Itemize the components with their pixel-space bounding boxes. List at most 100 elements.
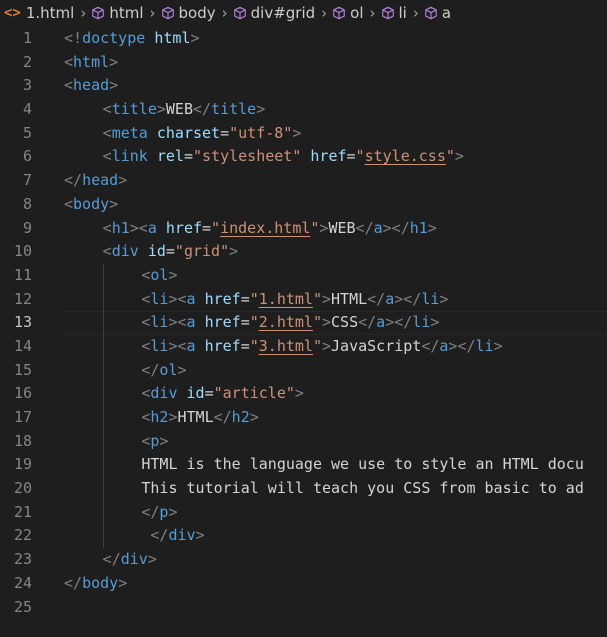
code-token: WEB	[165, 100, 193, 119]
code-token: <	[64, 52, 74, 71]
code-token: div	[150, 384, 178, 403]
code-token: >	[439, 289, 449, 308]
code-token: a	[186, 336, 196, 355]
code-line[interactable]: 10 <div id="grid">	[0, 240, 607, 264]
code-token: "article"	[213, 384, 295, 403]
line-number: 20	[13, 479, 32, 498]
code-token: "	[249, 289, 259, 308]
code-token: >	[394, 289, 404, 308]
breadcrumb-item[interactable]: body	[161, 4, 216, 22]
code-token: a	[147, 218, 157, 237]
code-text: <div id="article">	[141, 382, 304, 406]
code-line[interactable]: 25	[0, 596, 607, 620]
code-text: <head>	[64, 74, 118, 98]
code-token: href	[204, 313, 241, 332]
code-token: >	[321, 289, 332, 308]
cube-icon	[91, 6, 105, 20]
breadcrumb-item[interactable]: html	[91, 4, 144, 22]
code-line[interactable]: 12 <li><a href="1.html">HTML</a></li>	[0, 287, 607, 312]
indent-guide	[102, 382, 104, 406]
breadcrumb-item[interactable]: div#grid	[233, 4, 315, 22]
code-line[interactable]: 1 <!doctype html>	[0, 27, 607, 51]
code-line[interactable]: 16 <div id="article">	[0, 382, 607, 406]
code-text: <link rel="stylesheet" href="style.css">	[103, 145, 464, 169]
cube-icon	[161, 6, 175, 20]
code-line[interactable]: 22 </div>	[0, 524, 607, 549]
code-text: <li><a href="1.html">HTML</a></li>	[141, 288, 448, 312]
code-editor[interactable]: <> 1.html › html › body › div#grid › ol › li › a 1 <!d…	[0, 0, 607, 637]
indent-guide	[102, 477, 104, 501]
code-line[interactable]: 17 <h2>HTML</h2>	[0, 406, 607, 430]
code-line[interactable]: 19 HTML is the language we use to style a…	[0, 453, 607, 478]
code-line[interactable]: 18 <p>	[0, 429, 607, 454]
code-token: href	[204, 289, 241, 308]
code-token: </	[355, 218, 374, 237]
code-token: body	[73, 194, 110, 213]
code-token: </	[394, 313, 413, 332]
code-token: <	[102, 242, 112, 261]
code-token: >	[168, 502, 178, 521]
code-token: </	[64, 171, 83, 190]
code-line[interactable]: 13 <li><a href="2.html">CSS</a></li>	[0, 311, 607, 335]
code-token: meta	[111, 123, 148, 142]
code-token: >	[129, 218, 139, 237]
code-token: >	[159, 431, 169, 450]
line-number: 1	[22, 29, 32, 47]
code-token: </	[141, 502, 160, 521]
breadcrumb-item[interactable]: li	[381, 4, 407, 22]
code-text: </div>	[103, 548, 157, 572]
code-token: <	[177, 289, 187, 308]
code-token: >	[156, 100, 166, 119]
code-line[interactable]: 24 </body>	[0, 572, 607, 596]
breadcrumb-item[interactable]: a	[424, 4, 451, 22]
code-token: "	[312, 336, 322, 355]
code-token: >	[385, 313, 395, 332]
line-number: 23	[13, 550, 32, 569]
code-line[interactable]: 7 </head>	[0, 169, 607, 193]
code-line[interactable]: 21 </p>	[0, 500, 607, 525]
code-token: 2.html	[258, 313, 313, 332]
code-token: head	[73, 76, 110, 95]
code-token: ol	[150, 265, 169, 284]
code-line[interactable]: 20 This tutorial will teach you CSS from …	[0, 477, 607, 501]
code-line[interactable]: 5 <meta charset="utf-8">	[0, 122, 607, 146]
code-token: <	[64, 194, 74, 213]
code-line[interactable]: 9 <h1><a href="index.html">WEB</a></h1>	[0, 217, 607, 241]
code-token: </	[102, 550, 121, 569]
code-token: >	[321, 336, 332, 355]
code-line[interactable]: 14 <li><a href="3.html">JavaScript</a></l…	[0, 334, 607, 359]
code-token: href	[165, 218, 203, 237]
code-text: <ol>	[141, 264, 177, 288]
code-line[interactable]: 23 </div>	[0, 548, 607, 572]
indent-guide	[102, 263, 104, 288]
breadcrumb-item[interactable]: ol	[332, 4, 364, 22]
code-token: "	[312, 313, 322, 332]
code-token: li	[421, 289, 440, 308]
code-token: =	[165, 242, 175, 261]
breadcrumb-item[interactable]: <> 1.html	[4, 4, 74, 22]
indent-guide	[102, 334, 104, 359]
code-token: =	[204, 384, 214, 403]
code-line[interactable]: 4 <title>WEB</title>	[0, 98, 607, 122]
code-line[interactable]: 15 </ol>	[0, 358, 607, 383]
code-line[interactable]: 11 <ol>	[0, 263, 607, 288]
line-number: 22	[13, 526, 32, 545]
code-token: "utf-8"	[229, 123, 293, 142]
code-text: <title>WEB</title>	[103, 98, 266, 122]
code-line[interactable]: 3 <head>	[0, 74, 607, 98]
cube-icon	[381, 6, 395, 20]
code-token: </	[192, 100, 212, 119]
code-token: This tutorial will teach you CSS from ba…	[141, 479, 584, 498]
code-text: <h1><a href="index.html">WEB</a></h1>	[103, 217, 437, 241]
code-token: li	[150, 289, 169, 308]
line-number: 7	[22, 171, 32, 190]
code-token: =	[240, 313, 250, 332]
code-token: id	[147, 242, 166, 261]
code-area[interactable]: 1 <!doctype html> 2 <html> 3 <head> 4 <title>WE…	[0, 27, 607, 619]
code-line[interactable]: 2 <html>	[0, 51, 607, 75]
code-line[interactable]: 8 <body>	[0, 193, 607, 217]
code-line[interactable]: 6 <link rel="stylesheet" href="style.css"…	[0, 145, 607, 169]
line-number: 11	[13, 265, 32, 284]
